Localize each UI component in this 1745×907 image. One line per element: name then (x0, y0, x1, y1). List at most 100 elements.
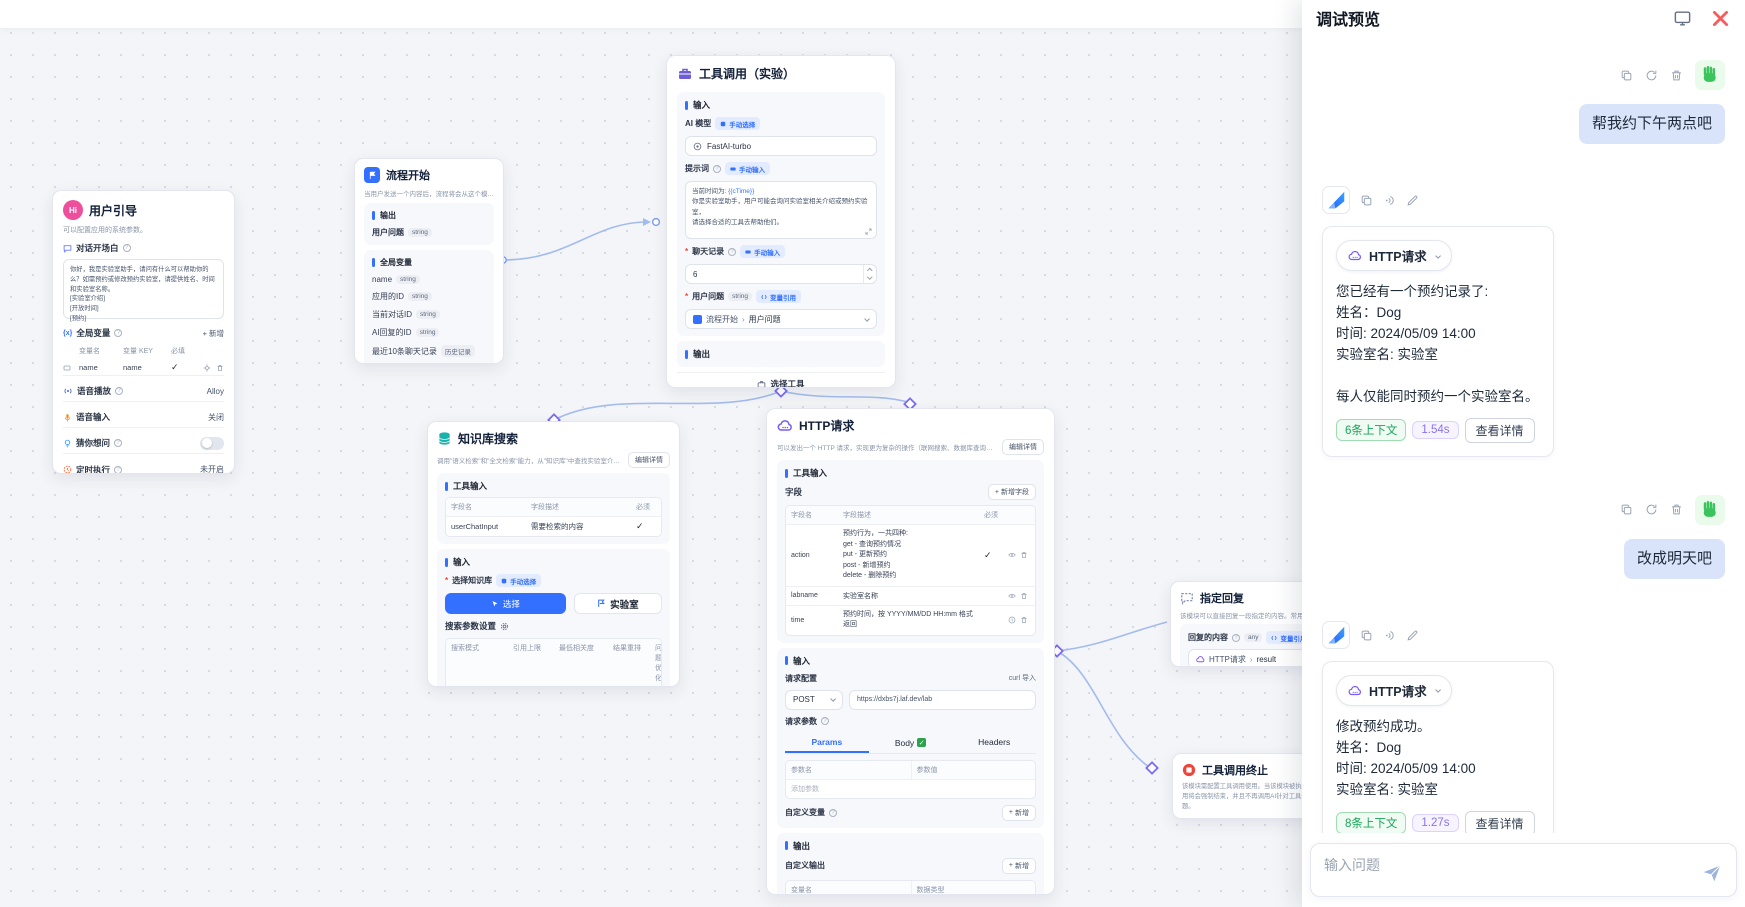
bot-message-text: 修改预约成功。 姓名：Dog 时间: 2024/05/09 14:00 实验室名… (1336, 717, 1540, 801)
variables-icon: {x} (63, 330, 72, 337)
output-name: 用户问题 (372, 227, 404, 238)
copy-icon[interactable] (1360, 194, 1373, 207)
user-guide-icon: Hi (63, 200, 83, 220)
view-details-button[interactable]: 查看详情 (1465, 418, 1535, 443)
trash-icon[interactable] (216, 364, 224, 372)
tab-headers[interactable]: Headers (952, 733, 1036, 753)
type-badge: string (728, 292, 752, 301)
history-count-input[interactable]: 6 (685, 264, 877, 284)
info-icon[interactable]: ? (123, 244, 131, 252)
node-http-request[interactable]: HTTP请求 可以发出一个 HTTP 请求，实现更为复杂的操作（联网搜索、数据库… (766, 408, 1055, 895)
user-message-bubble[interactable]: 帮我约下午两点吧 (1579, 104, 1725, 144)
info-icon[interactable]: ? (114, 329, 122, 337)
node-desc: 可以发出一个 HTTP 请求，实现更为复杂的操作（联网搜索、数据库查询等） (777, 442, 998, 452)
info-icon[interactable]: ? (115, 387, 123, 395)
method-select[interactable]: POST (785, 690, 843, 710)
add-param-placeholder[interactable]: 添加参数 (786, 780, 1035, 798)
node-flow-start[interactable]: 流程开始 当用户发送一个内容后，流程将会从这个模块开始执行。 输出 用户问题 s… (354, 158, 504, 364)
gear-icon[interactable] (500, 622, 509, 631)
info-icon[interactable]: ? (829, 809, 837, 817)
tts-label: 语音播放 (77, 385, 111, 397)
delete-icon[interactable] (1670, 503, 1683, 516)
send-icon[interactable] (1701, 862, 1723, 884)
eye-icon[interactable] (1008, 592, 1016, 600)
type-badge: string (408, 228, 432, 237)
var-name: name (79, 363, 123, 372)
guess-ask-toggle[interactable] (200, 437, 224, 450)
stt-value[interactable]: 关闭 (208, 412, 224, 423)
node-kb-search[interactable]: 知识库搜索 调用"语义检索"和"全文检索"能力，从"知识库"中查找实验室介绍和使… (427, 421, 680, 687)
col-header: 字段描述 (526, 498, 631, 516)
tool-run-pill[interactable]: HTTP请求 (1336, 240, 1452, 271)
tts-value[interactable]: Alloy (207, 387, 224, 396)
tab-body[interactable]: Body✓ (869, 733, 953, 753)
info-icon[interactable]: ? (728, 248, 736, 256)
col-header: 变量名 (786, 881, 911, 896)
add-variable-button[interactable]: + 新增 (203, 328, 224, 339)
trash-icon[interactable] (1020, 616, 1028, 624)
select-tool-label[interactable]: 选择工具 (770, 378, 804, 388)
user-message-bubble[interactable]: 改成明天吧 (1624, 539, 1725, 579)
schedule-value[interactable]: 未开启 (200, 464, 224, 474)
retry-icon[interactable] (1645, 69, 1658, 82)
info-icon[interactable]: ? (114, 439, 122, 447)
check-icon: ✓ (631, 517, 661, 536)
delete-icon[interactable] (1670, 69, 1683, 82)
prompt-textarea[interactable]: 当前时间为: {{cTime}} 你是实验室助手，用户可能会询问实验室相关介绍或… (685, 181, 877, 239)
gear-icon[interactable] (203, 364, 211, 372)
clock-icon[interactable] (1008, 616, 1016, 624)
info-icon[interactable]: ? (821, 717, 829, 725)
latency-badge: 1.54s (1412, 421, 1458, 439)
chat-input[interactable] (1311, 844, 1736, 896)
node-tool-call[interactable]: 工具调用（实验） 通过AI模型自动选择一个或多个功能块进行调用，也可以对插件进行… (666, 55, 896, 388)
tab-params[interactable]: Params (785, 733, 869, 753)
kb-dataset-button[interactable]: 实验室 (574, 593, 662, 614)
section-tool-input-label: 工具输入 (785, 467, 1036, 479)
add-custom-var-button[interactable]: + 新增 (1002, 805, 1036, 821)
node-user-guide[interactable]: Hi 用户引导 可以配置应用的系统参数。 对话开场白 ? 你好，我是实验室助手，… (52, 190, 235, 474)
pointer-icon (491, 600, 499, 608)
copy-icon[interactable] (1620, 69, 1633, 82)
trash-icon[interactable] (1020, 592, 1028, 600)
tool-run-pill[interactable]: HTTP请求 (1336, 675, 1452, 706)
info-icon[interactable]: ? (713, 165, 721, 173)
copy-icon[interactable] (1620, 503, 1633, 516)
custom-output-label: 自定义输出 (785, 860, 825, 871)
context-badge[interactable]: 8条上下文 (1336, 812, 1406, 833)
edit-details-button[interactable]: 编辑详情 (628, 452, 670, 468)
question-source-select[interactable]: 流程开始 › 用户问题 (685, 309, 877, 329)
info-icon[interactable]: ? (114, 466, 122, 474)
bot-message-card: HTTP请求 修改预约成功。 姓名：Dog 时间: 2024/05/09 14:… (1322, 661, 1554, 833)
chat-input-box[interactable] (1310, 843, 1737, 897)
eye-icon[interactable] (1008, 551, 1016, 559)
link-icon (761, 294, 767, 300)
edit-icon[interactable] (1406, 194, 1419, 207)
ai-model-select[interactable]: FastAI-turbo (685, 136, 877, 156)
info-icon[interactable]: ? (1232, 634, 1240, 642)
monitor-icon[interactable] (1673, 9, 1692, 28)
edit-details-button[interactable]: 编辑详情 (1002, 439, 1044, 455)
section-input-label: 输入 (785, 655, 1036, 667)
expand-icon[interactable] (865, 228, 872, 235)
opening-textarea[interactable]: 你好，我是实验室助手，请问有什么可以帮助你的么？如需预约或修改预约实验室，请提供… (63, 259, 224, 319)
edit-icon[interactable] (1406, 629, 1419, 642)
retry-icon[interactable] (1645, 503, 1658, 516)
field-name: time (786, 613, 838, 628)
node-title: HTTP请求 (799, 417, 854, 434)
section-globals-label: 全局变量 (372, 257, 486, 268)
select-kb-button[interactable]: 选择 (445, 593, 566, 614)
add-field-button[interactable]: + 新增字段 (988, 484, 1036, 500)
col-header: 变量 KEY (123, 346, 171, 356)
number-stepper[interactable] (863, 265, 876, 283)
voice-icon[interactable] (1383, 194, 1396, 207)
voice-icon[interactable] (1383, 629, 1396, 642)
close-icon[interactable] (1710, 8, 1731, 29)
context-badge[interactable]: 6条上下文 (1336, 419, 1406, 441)
add-custom-output-button[interactable]: + 新增 (1002, 858, 1036, 874)
url-input[interactable]: https://dxbs7j.laf.dev/lab (849, 690, 1036, 710)
view-details-button[interactable]: 查看详情 (1465, 811, 1535, 833)
trash-icon[interactable] (1020, 551, 1028, 559)
section-input-label: 输入 (685, 99, 877, 111)
curl-import-button[interactable]: curl 导入 (1009, 673, 1036, 683)
copy-icon[interactable] (1360, 629, 1373, 642)
